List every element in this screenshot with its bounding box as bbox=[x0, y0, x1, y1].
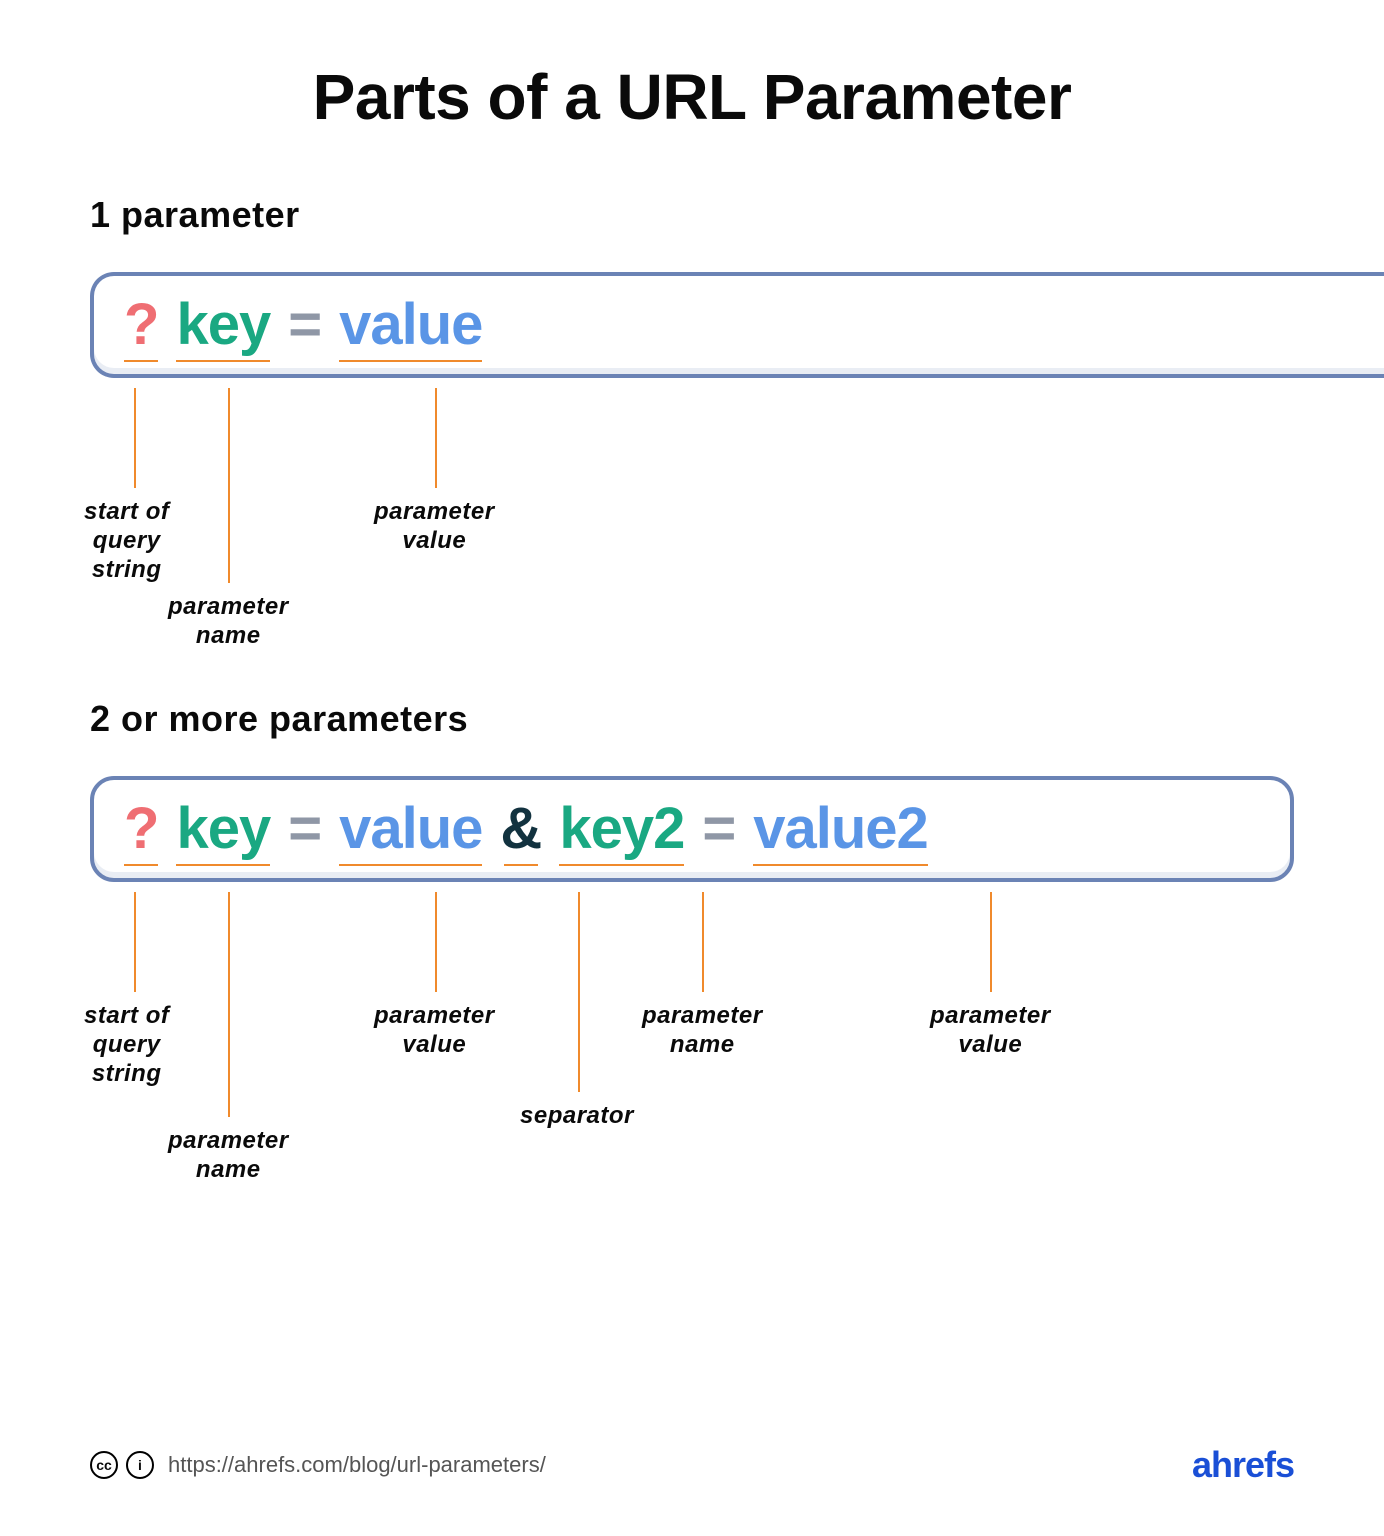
leader-param-name-2 bbox=[702, 892, 704, 992]
url-box-1: ? key = value bbox=[90, 272, 1384, 378]
token-row-2: ? key = value & key2 = value2 bbox=[124, 800, 1260, 858]
leader-param-name-1 bbox=[228, 892, 230, 1117]
section-1-heading: 1 parameter bbox=[90, 194, 1294, 236]
section-2: 2 or more parameters ? key = value & key… bbox=[90, 698, 1294, 1212]
page-title: Parts of a URL Parameter bbox=[90, 60, 1294, 134]
token-row-1: ? key = value bbox=[124, 296, 1384, 354]
leader-separator bbox=[578, 892, 580, 1092]
label-parameter-name: parameter name bbox=[168, 593, 289, 651]
label-parameter-name-2: parameter name bbox=[642, 1002, 763, 1060]
token-value1: value bbox=[339, 800, 482, 858]
token-key2: key2 bbox=[559, 800, 684, 858]
token-question-mark-2: ? bbox=[124, 800, 158, 858]
source-url: https://ahrefs.com/blog/url-parameters/ bbox=[168, 1452, 546, 1478]
label-parameter-value: parameter value bbox=[374, 498, 495, 556]
attribution-icon: i bbox=[126, 1451, 154, 1479]
token-question-mark: ? bbox=[124, 296, 158, 354]
cc-icon: cc bbox=[90, 1451, 118, 1479]
label-parameter-name-1: parameter name bbox=[168, 1127, 289, 1185]
leader-param-value-1 bbox=[435, 892, 437, 992]
token-equals-1: = bbox=[288, 800, 321, 858]
token-equals: = bbox=[288, 296, 321, 354]
label-start-of-query-string-2: start of query string bbox=[84, 1002, 169, 1088]
label-separator: separator bbox=[520, 1102, 634, 1131]
section-1: 1 parameter ? key = value start of query… bbox=[90, 194, 1294, 668]
cc-icons: cc i bbox=[90, 1451, 154, 1479]
token-value2: value2 bbox=[753, 800, 928, 858]
leader-start bbox=[134, 388, 136, 488]
leader-param-value bbox=[435, 388, 437, 488]
label-start-of-query-string: start of query string bbox=[84, 498, 169, 584]
leader-start-2 bbox=[134, 892, 136, 992]
label-parameter-value-2: parameter value bbox=[930, 1002, 1051, 1060]
token-ampersand: & bbox=[500, 800, 541, 858]
token-key: key bbox=[176, 296, 270, 354]
leader-param-value-2 bbox=[990, 892, 992, 992]
url-box-2: ? key = value & key2 = value2 bbox=[90, 776, 1294, 882]
leader-param-name bbox=[228, 388, 230, 583]
token-key1: key bbox=[176, 800, 270, 858]
label-parameter-value-1: parameter value bbox=[374, 1002, 495, 1060]
token-equals-2: = bbox=[702, 800, 735, 858]
brand-logo: ahrefs bbox=[1192, 1444, 1294, 1486]
section-2-heading: 2 or more parameters bbox=[90, 698, 1294, 740]
token-value: value bbox=[339, 296, 482, 354]
footer: cc i https://ahrefs.com/blog/url-paramet… bbox=[90, 1444, 1294, 1486]
callouts-1: start of query string parameter name par… bbox=[90, 388, 1294, 668]
callouts-2: start of query string parameter name par… bbox=[90, 892, 1294, 1212]
